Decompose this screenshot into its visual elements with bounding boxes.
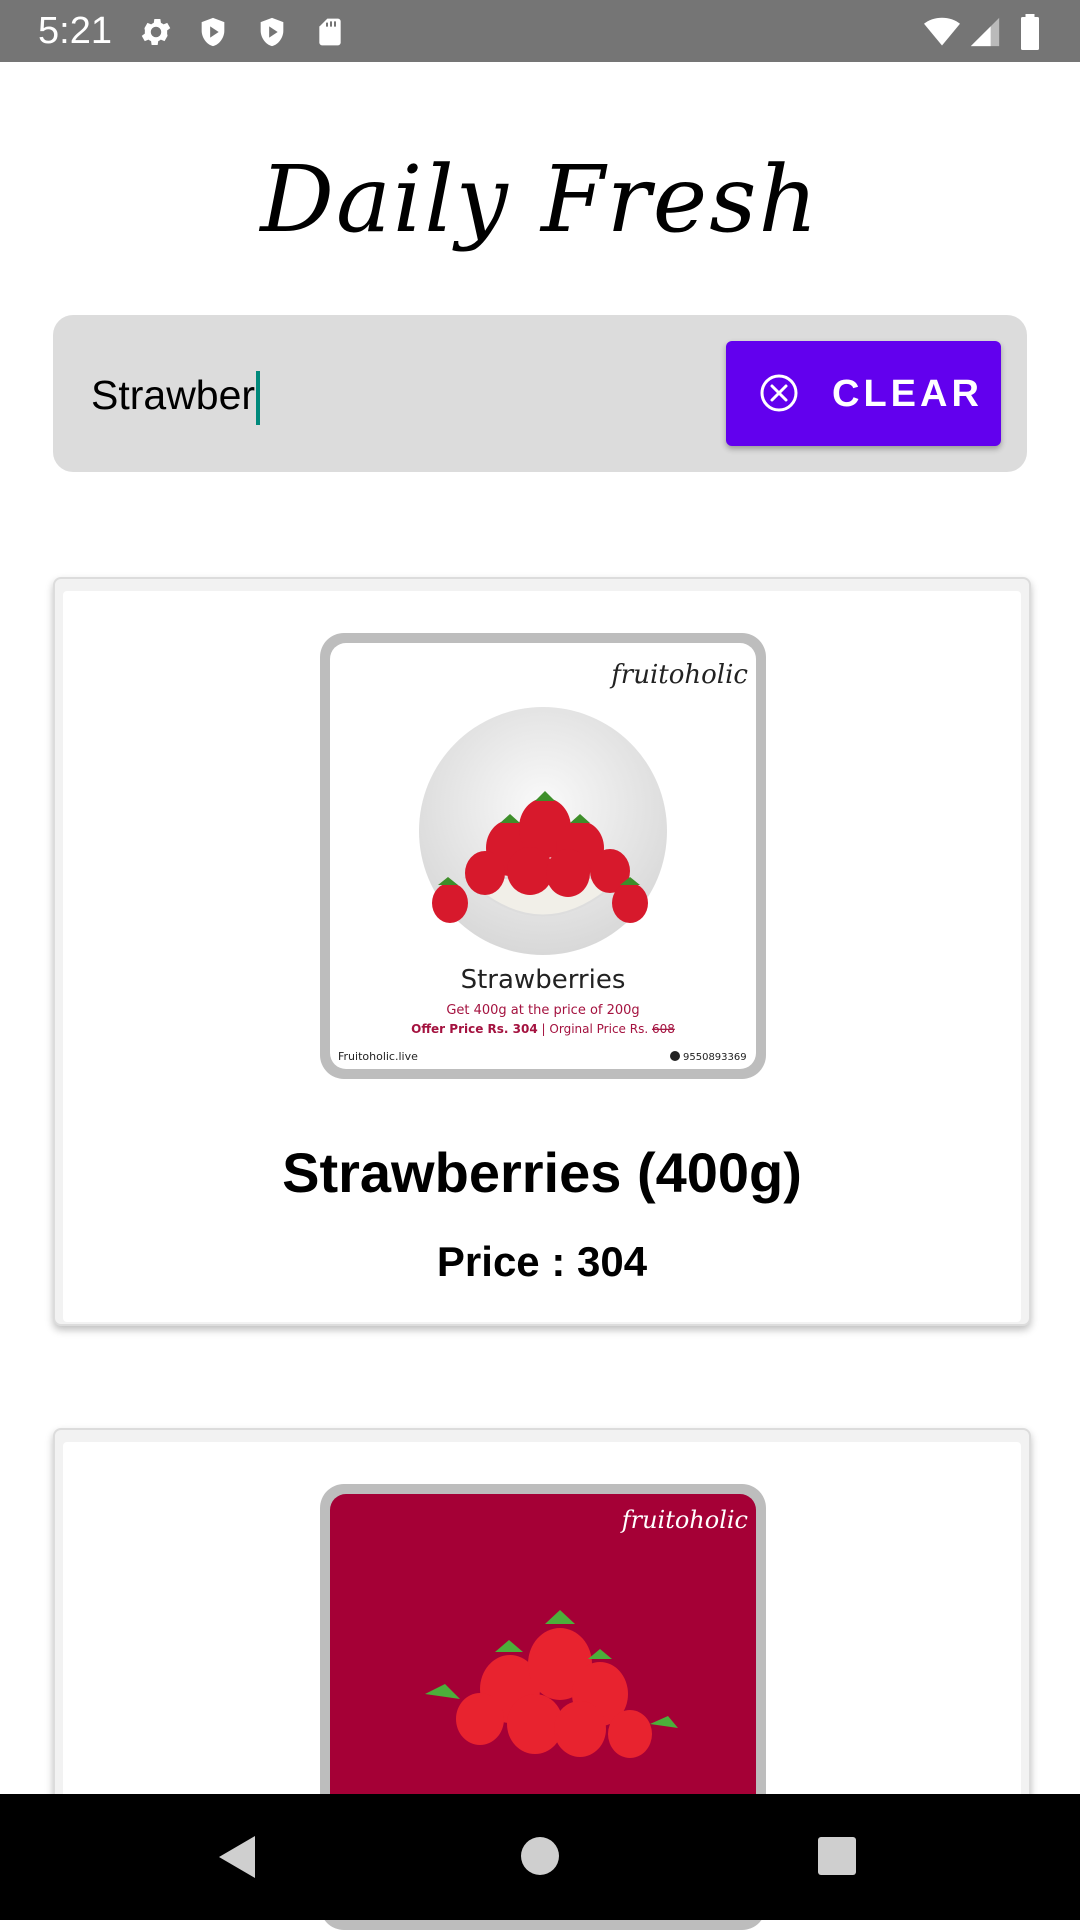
wifi-icon xyxy=(924,17,960,46)
product-name: Strawberries (400g) xyxy=(282,1141,802,1204)
shield-icon xyxy=(201,17,225,47)
close-circle-icon xyxy=(760,374,798,412)
product-image-frame: fruitoholic Strawberries Get 400g at the… xyxy=(320,633,766,1079)
sd-card-icon xyxy=(319,18,341,46)
product-price: Price : 304 xyxy=(436,1238,648,1285)
app-title: Daily Fresh xyxy=(260,146,820,253)
settings-icon xyxy=(141,18,171,46)
brand-logo: fruitoholic xyxy=(620,1506,748,1534)
search-bar: Strawber CLEAR xyxy=(53,315,1027,472)
search-input-text: Strawber xyxy=(91,372,256,418)
text-cursor xyxy=(256,371,261,426)
product-card-body: fruitoholic xyxy=(63,1442,1021,1930)
product-image-artwork: fruitoholic Strawberries Get 400g at the… xyxy=(338,660,748,1063)
back-icon[interactable] xyxy=(215,1832,259,1882)
cell-signal-icon xyxy=(970,17,1000,47)
image-price-line: Offer Price Rs. 304 | Orginal Price Rs. … xyxy=(411,1022,675,1036)
brand-logo: fruitoholic xyxy=(609,660,748,690)
status-time: 5:21 xyxy=(38,10,112,52)
image-offer-line: Get 400g at the price of 200g xyxy=(446,1003,639,1018)
image-website: Fruitoholic.live xyxy=(338,1050,418,1063)
product-card[interactable]: fruitoholic xyxy=(53,1428,1031,1930)
battery-icon xyxy=(1021,14,1039,50)
recents-icon[interactable] xyxy=(816,1835,858,1877)
product-image: fruitoholic Strawberries Get 400g at the… xyxy=(330,643,756,1069)
product-card-body: fruitoholic Strawberries Get 400g at the… xyxy=(63,591,1021,1322)
whatsapp-icon xyxy=(670,1051,680,1061)
clear-button-label: CLEAR xyxy=(832,373,983,415)
image-phone: 9550893369 xyxy=(683,1052,747,1063)
clear-button[interactable]: CLEAR xyxy=(726,341,1001,446)
search-input[interactable]: Strawber xyxy=(91,367,261,426)
product-card[interactable]: fruitoholic Strawberries Get 400g at the… xyxy=(53,577,1031,1326)
navigation-bar xyxy=(0,1794,1080,1920)
status-bar: 5:21 xyxy=(0,0,1080,62)
play-shield-icon xyxy=(260,17,284,47)
home-icon[interactable] xyxy=(518,1834,562,1878)
image-heading: Strawberries xyxy=(461,965,626,995)
